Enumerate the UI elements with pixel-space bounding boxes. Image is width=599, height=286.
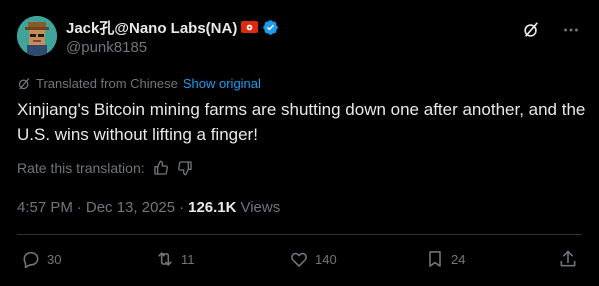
- share-button[interactable]: [558, 249, 578, 269]
- repost-count: 11: [181, 251, 195, 267]
- rate-translation-label: Rate this translation:: [17, 160, 145, 176]
- verified-badge-icon: [263, 19, 279, 35]
- meta-separator: ·: [76, 199, 82, 216]
- translation-notice: Translated from Chinese Show original: [17, 76, 261, 91]
- grok-icon[interactable]: [521, 20, 541, 40]
- views-label: Views: [240, 199, 281, 216]
- reply-icon: [23, 251, 39, 269]
- reply-count: 30: [47, 251, 62, 267]
- author-name-row: Jack孔@Nano Labs(NA): [66, 17, 279, 37]
- repost-button[interactable]: 11: [155, 249, 195, 269]
- tweet-time[interactable]: 4:57 PM: [17, 199, 73, 216]
- bookmark-button[interactable]: 24: [425, 249, 465, 269]
- meta-separator: ·: [179, 199, 185, 216]
- hong-kong-flag-icon: [241, 21, 259, 33]
- rate-translation-row: Rate this translation:: [17, 160, 193, 176]
- repost-icon: [158, 252, 172, 266]
- author-display-name[interactable]: Jack孔@Nano Labs(NA): [66, 17, 237, 38]
- tweet-header-actions: [521, 20, 581, 40]
- more-icon[interactable]: [561, 20, 581, 40]
- reply-button[interactable]: 30: [21, 249, 61, 269]
- tweet-action-bar: 30 11 140 24: [17, 249, 582, 271]
- translate-icon: [18, 77, 30, 89]
- share-icon: [560, 250, 576, 267]
- bookmark-icon: [429, 251, 441, 267]
- bookmark-count: 24: [451, 251, 466, 267]
- thumbs-down-icon[interactable]: [177, 160, 193, 176]
- like-button[interactable]: 140: [289, 249, 337, 269]
- like-count: 140: [315, 251, 337, 267]
- avatar[interactable]: [17, 16, 57, 56]
- show-original-link[interactable]: Show original: [183, 76, 261, 91]
- tweet-meta: 4:57 PM · Dec 13, 2025 · 126.1K Views: [17, 199, 280, 216]
- like-icon: [291, 252, 307, 267]
- tweet-text: Xinjiang's Bitcoin mining farms are shut…: [17, 100, 586, 144]
- divider: [17, 234, 582, 235]
- tweet-date[interactable]: Dec 13, 2025: [86, 199, 175, 216]
- author-handle[interactable]: @punk8185: [66, 39, 147, 56]
- views-count: 126.1K: [188, 199, 237, 216]
- translated-from-label: Translated from Chinese: [36, 76, 178, 91]
- thumbs-up-icon[interactable]: [153, 160, 169, 176]
